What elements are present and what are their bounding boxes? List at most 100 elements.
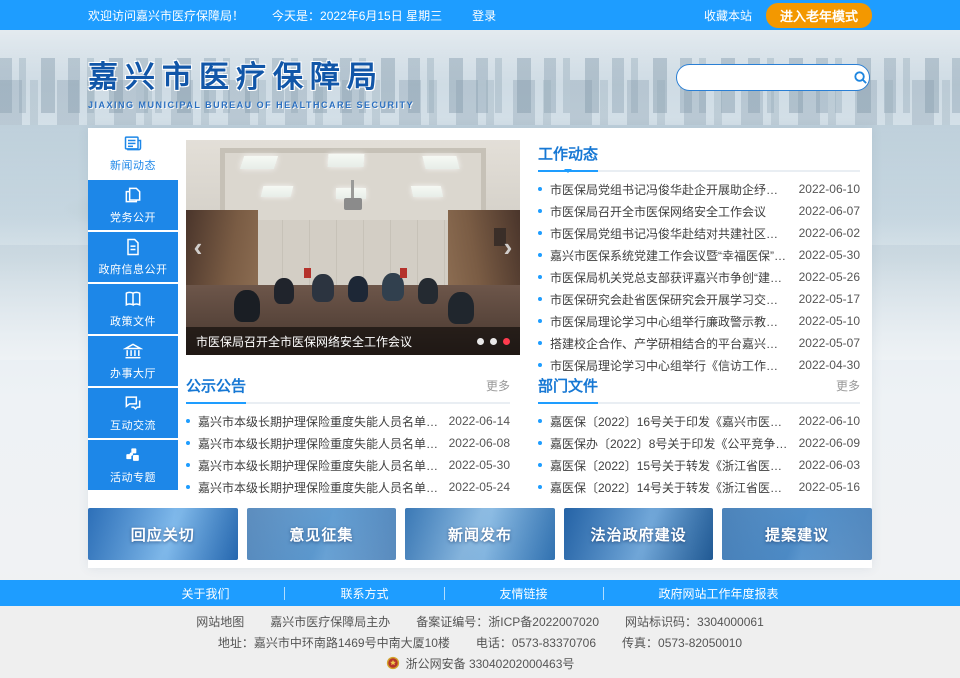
list-item[interactable]: 嘉兴市本级长期护理保险重度失能人员名单公示（2... 2022-06-08 (186, 432, 510, 454)
news-date: 2022-05-24 (449, 480, 510, 494)
carousel-caption[interactable]: 市医保局召开全市医保网络安全工作会议 (196, 333, 469, 350)
bullet-icon (538, 187, 542, 191)
section-title-dept-docs[interactable]: 部门文件 (538, 375, 598, 404)
banner-respond-concerns[interactable]: 回应关切 (88, 508, 238, 560)
list-item[interactable]: 嘉兴市医保系统党建工作会议暨“幸福医保”党建联... 2022-05-30 (538, 244, 860, 266)
list-item[interactable]: 嘉医保办〔2022〕8号关于印发《公平竞争审查... 2022-06-09 (538, 432, 860, 454)
dept-docs-list: 嘉医保〔2022〕16号关于印发《嘉兴市医疗保... 2022-06-10 嘉医… (538, 410, 860, 498)
bullet-icon (538, 363, 542, 367)
banner-label: 意见征集 (289, 524, 353, 545)
sidebar-item-special-topics[interactable]: 活动专题 (88, 440, 178, 490)
list-item[interactable]: 市医保局机关党总支部获评嘉兴市争创“建设清廉机... 2022-05-26 (538, 266, 860, 288)
footer-nav-contact[interactable]: 联系方式 (285, 585, 443, 602)
news-date: 2022-05-16 (799, 480, 860, 494)
sidebar-item-label: 办事大厅 (110, 365, 156, 381)
news-title: 市医保局机关党总支部获评嘉兴市争创“建设清廉机... (550, 269, 789, 286)
news-title: 嘉兴市本级长期护理保险重度失能人员名单公示（2... (198, 479, 439, 496)
phone-text: 电话：0573-83370706 (476, 634, 596, 651)
elder-mode-button[interactable]: 进入老年模式 (766, 3, 872, 28)
list-item[interactable]: 市医保局理论学习中心组举行《信访工作条例》专题... 2022-04-30 (538, 354, 860, 376)
sidebar-item-label: 活动专题 (110, 469, 156, 485)
sidebar-item-label: 政策文件 (110, 313, 156, 329)
list-item[interactable]: 市医保局党组书记冯俊华赴结对共建社区指导全国文... 2022-06-02 (538, 222, 860, 244)
bullet-icon (538, 275, 542, 279)
security-record-text[interactable]: 浙公网安备 33040202000463号 (406, 655, 575, 672)
bullet-icon (186, 419, 190, 423)
bullet-icon (538, 441, 542, 445)
banner-news-release[interactable]: 新闻发布 (405, 508, 555, 560)
sidebar-item-service-hall[interactable]: 办事大厅 (88, 336, 178, 386)
public-security-badge-icon (386, 656, 400, 670)
footer-nav-links[interactable]: 友情链接 (445, 585, 603, 602)
footer-nav-annual-report[interactable]: 政府网站工作年度报表 (604, 585, 834, 602)
section-announcements: 公示公告 更多 嘉兴市本级长期护理保险重度失能人员名单公示（2... 2022-… (186, 374, 510, 498)
carousel-next-arrow[interactable]: › (498, 232, 518, 264)
carousel-dot[interactable] (477, 338, 484, 345)
site-title: 嘉兴市医疗保障局 (88, 52, 414, 96)
sitemap-link[interactable]: 网站地图 (196, 613, 244, 630)
news-carousel[interactable]: ‹ › 市医保局召开全市医保网络安全工作会议 (186, 140, 520, 355)
banner-proposal-suggestions[interactable]: 提案建议 (722, 508, 872, 560)
section-title-work-news[interactable]: 工作动态 (538, 143, 598, 172)
more-link-announcements[interactable]: 更多 (486, 377, 510, 402)
sidebar-item-party-affairs[interactable]: 党务公开 (88, 180, 178, 230)
search-icon[interactable] (852, 70, 869, 85)
announcements-list: 嘉兴市本级长期护理保险重度失能人员名单公示（2... 2022-06-14 嘉兴… (186, 410, 510, 498)
sidebar-item-interaction[interactable]: 互动交流 (88, 388, 178, 438)
news-title: 嘉医保〔2022〕14号关于转发《浙江省医疗保... (550, 479, 789, 496)
carousel-dot-active[interactable] (503, 338, 510, 345)
chat-icon (123, 393, 143, 413)
carousel-caption-bar: 市医保局召开全市医保网络安全工作会议 (186, 327, 520, 355)
bullet-icon (538, 463, 542, 467)
bullet-icon (538, 485, 542, 489)
more-link-dept-docs[interactable]: 更多 (836, 377, 860, 402)
sponsor-text: 嘉兴市医疗保障局主办 (270, 613, 390, 630)
banner-label: 法治政府建设 (591, 524, 687, 545)
bullet-icon (538, 319, 542, 323)
bullet-icon (186, 485, 190, 489)
news-date: 2022-06-07 (799, 204, 860, 218)
topbar: 欢迎访问嘉兴市医疗保障局！ 今天是：2022年6月15日 星期三 登录 收藏本站… (0, 0, 960, 30)
news-date: 2022-06-02 (799, 226, 860, 240)
banner-label: 新闻发布 (448, 524, 512, 545)
list-item[interactable]: 市医保局理论学习中心组举行廉政警示教育专题学习... 2022-05-10 (538, 310, 860, 332)
header: 嘉兴市医疗保障局 JIAXING MUNICIPAL BUREAU OF HEA… (0, 30, 960, 128)
banner-law-government[interactable]: 法治政府建设 (564, 508, 714, 560)
address-text: 地址：嘉兴市中环南路1469号中南大厦10楼 (218, 634, 450, 651)
list-item[interactable]: 嘉兴市本级长期护理保险重度失能人员名单公示（2... 2022-05-24 (186, 476, 510, 498)
carousel-dot[interactable] (490, 338, 497, 345)
section-title-announcements[interactable]: 公示公告 (186, 375, 246, 404)
footer-line-2: 地址：嘉兴市中环南路1469号中南大厦10楼 电话：0573-83370706 … (218, 634, 742, 651)
news-date: 2022-06-08 (449, 436, 510, 450)
list-item[interactable]: 嘉医保〔2022〕14号关于转发《浙江省医疗保... 2022-05-16 (538, 476, 860, 498)
list-item[interactable]: 市医保局党组书记冯俊华赴企开展助企纾困活动 2022-06-10 (538, 178, 860, 200)
carousel-prev-arrow[interactable]: ‹ (188, 232, 208, 264)
login-link[interactable]: 登录 (472, 7, 496, 24)
sidebar-item-government-info[interactable]: 政府信息公开 (88, 232, 178, 282)
copy-document-icon (123, 185, 143, 205)
footer: 网站地图 嘉兴市医疗保障局主办 备案证编号：浙ICP备2022007020 网站… (0, 606, 960, 678)
list-item[interactable]: 嘉医保〔2022〕15号关于转发《浙江省医疗保... 2022-06-03 (538, 454, 860, 476)
sidebar: 新闻动态 党务公开 政府信息公开 政策文件 (88, 128, 178, 492)
sidebar-item-policy-files[interactable]: 政策文件 (88, 284, 178, 334)
news-title: 嘉医保〔2022〕15号关于转发《浙江省医疗保... (550, 457, 789, 474)
list-item[interactable]: 嘉兴市本级长期护理保险重度失能人员名单公示（2... 2022-05-30 (186, 454, 510, 476)
book-icon (123, 289, 143, 309)
icp-record-text: 备案证编号：浙ICP备2022007020 (416, 613, 599, 630)
list-item[interactable]: 嘉兴市本级长期护理保险重度失能人员名单公示（2... 2022-06-14 (186, 410, 510, 432)
footer-nav-about[interactable]: 关于我们 (126, 585, 284, 602)
banner-opinion-collection[interactable]: 意见征集 (247, 508, 397, 560)
bullet-icon (538, 209, 542, 213)
bullet-icon (186, 441, 190, 445)
news-title: 市医保研究会赴省医保研究会开展学习交流活动 (550, 291, 789, 308)
list-item[interactable]: 市医保局召开全市医保网络安全工作会议 2022-06-07 (538, 200, 860, 222)
list-item[interactable]: 搭建校企合作、产学研相结合的平台嘉兴市长期护理... 2022-05-07 (538, 332, 860, 354)
list-item[interactable]: 嘉医保〔2022〕16号关于印发《嘉兴市医疗保... 2022-06-10 (538, 410, 860, 432)
news-date: 2022-05-30 (799, 248, 860, 262)
bullet-icon (538, 253, 542, 257)
list-item[interactable]: 市医保研究会赴省医保研究会开展学习交流活动 2022-05-17 (538, 288, 860, 310)
news-title: 搭建校企合作、产学研相结合的平台嘉兴市长期护理... (550, 335, 789, 352)
search-input[interactable] (677, 71, 852, 85)
favorite-site-link[interactable]: 收藏本站 (704, 7, 752, 24)
sidebar-item-news[interactable]: 新闻动态 (88, 128, 178, 178)
